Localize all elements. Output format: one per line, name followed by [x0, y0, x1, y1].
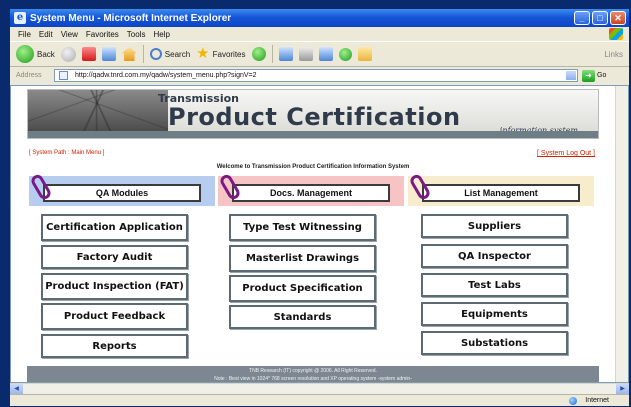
search-label: Search	[164, 49, 191, 59]
scroll-left-icon[interactable]: ◀	[10, 384, 23, 394]
certification-application-button[interactable]: Certification Application	[41, 214, 188, 241]
history-button[interactable]	[251, 47, 266, 61]
favorites-button[interactable]: ★ Favorites	[196, 45, 246, 62]
back-button[interactable]: Back	[16, 45, 55, 63]
history-icon	[251, 47, 266, 61]
type-test-witnessing-button[interactable]: Type Test Witnessing	[229, 214, 376, 241]
category-docs-management: Docs. Management	[218, 172, 404, 206]
menu-view[interactable]: View	[61, 30, 78, 39]
mail-icon	[278, 47, 293, 61]
test-labs-button[interactable]: Test Labs	[421, 273, 568, 297]
equipments-button[interactable]: Equipments	[421, 302, 568, 326]
search-button[interactable]: Search	[149, 48, 191, 60]
toolbar-separator	[142, 45, 144, 63]
header-banner: Transmission Product Certification infor…	[27, 89, 599, 139]
menu-edit[interactable]: Edit	[39, 30, 53, 39]
internet-globe-icon	[569, 397, 577, 405]
address-url: http://qadw.tnrd.com.my/qadw/system_menu…	[75, 72, 257, 79]
minimize-button[interactable]: _	[574, 11, 590, 25]
menu-tools[interactable]: Tools	[127, 30, 146, 39]
menu-help[interactable]: Help	[153, 30, 169, 39]
address-bar: Address http://qadw.tnrd.com.my/qadw/sys…	[10, 67, 629, 84]
list-management-header: List Management	[422, 184, 580, 202]
system-logout-link[interactable]: [ System Log Out ]	[537, 150, 595, 157]
ie-logo-icon: e	[14, 12, 26, 24]
stop-button[interactable]	[81, 47, 96, 61]
reports-button[interactable]: Reports	[41, 334, 188, 358]
page-footer: TNB Research (IT) copyright @ 2006. All …	[27, 366, 599, 382]
qa-inspector-button[interactable]: QA Inspector	[421, 244, 568, 268]
scroll-right-icon[interactable]: ▶	[616, 384, 629, 394]
browser-window: e System Menu - Microsoft Internet Explo…	[10, 9, 629, 406]
toolbar-separator	[271, 45, 273, 63]
menu-favorites[interactable]: Favorites	[86, 30, 119, 39]
mail-button[interactable]	[278, 47, 293, 61]
go-label: Go	[597, 72, 607, 79]
address-dropdown-icon[interactable]	[566, 71, 576, 80]
banner-stripe	[28, 131, 598, 138]
page-icon	[59, 71, 68, 80]
close-button[interactable]: ✕	[610, 11, 626, 25]
page-content: Transmission Product Certification infor…	[11, 86, 615, 382]
status-bar: Internet	[10, 394, 629, 406]
maximize-button[interactable]: □	[592, 11, 608, 25]
edit-icon	[318, 47, 333, 61]
security-zone-label: Internet	[585, 397, 609, 404]
forward-button[interactable]	[60, 46, 76, 62]
category-qa-modules: QA Modules	[29, 172, 215, 206]
address-label: Address	[16, 72, 42, 79]
page-viewport: Transmission Product Certification infor…	[10, 85, 629, 383]
standards-button[interactable]: Standards	[229, 305, 376, 329]
window-title: System Menu - Microsoft Internet Explore…	[30, 12, 232, 24]
window-controls: _ □ ✕	[574, 11, 626, 25]
menu-bar: File Edit View Favorites Tools Help	[10, 27, 629, 41]
masterlist-drawings-button[interactable]: Masterlist Drawings	[229, 245, 376, 272]
go-arrow-icon: ➜	[582, 69, 595, 82]
category-list-management: List Management	[408, 172, 594, 206]
back-label: Back	[37, 49, 55, 59]
forward-arrow-icon	[60, 46, 76, 62]
favorites-star-icon: ★	[196, 45, 210, 62]
docs-management-header: Docs. Management	[232, 184, 390, 202]
screenshot-frame: e System Menu - Microsoft Internet Explo…	[0, 0, 631, 407]
edit-button[interactable]	[318, 47, 333, 61]
folder-button[interactable]	[357, 47, 372, 61]
search-icon	[149, 48, 162, 60]
substations-button[interactable]: Substations	[421, 331, 568, 355]
product-feedback-button[interactable]: Product Feedback	[41, 303, 188, 330]
go-button[interactable]: ➜ Go	[582, 69, 607, 82]
favorites-label: Favorites	[212, 49, 246, 59]
qa-modules-header: QA Modules	[43, 184, 201, 202]
back-arrow-icon	[16, 45, 34, 63]
refresh-icon	[101, 47, 116, 61]
folder-icon	[357, 47, 372, 61]
system-path: [ System Path : Main Menu ]	[29, 150, 105, 156]
home-icon	[121, 47, 137, 61]
windows-flag-icon	[609, 28, 623, 40]
messenger-icon	[338, 47, 352, 61]
print-button[interactable]	[298, 47, 313, 61]
banner-title: Product Certification	[168, 103, 461, 131]
menu-file[interactable]: File	[18, 30, 31, 39]
footer-note: Note : Best view in 1024* 768 screen res…	[214, 376, 412, 382]
print-icon	[298, 47, 313, 61]
vertical-scrollbar[interactable]	[615, 86, 628, 382]
factory-audit-button[interactable]: Factory Audit	[41, 245, 188, 269]
horizontal-scrollbar[interactable]: ◀ ▶	[10, 383, 629, 394]
links-label[interactable]: Links	[604, 50, 623, 59]
toolbar: Back Search ★ Favorites Links	[10, 41, 629, 67]
stop-icon	[81, 47, 96, 61]
messenger-button[interactable]	[338, 47, 352, 61]
refresh-button[interactable]	[101, 47, 116, 61]
title-bar: e System Menu - Microsoft Internet Explo…	[10, 9, 629, 27]
footer-copyright: TNB Research (IT) copyright @ 2006. All …	[249, 368, 377, 374]
suppliers-button[interactable]: Suppliers	[421, 214, 568, 238]
welcome-text: Welcome to Transmission Product Certific…	[216, 164, 410, 170]
address-input[interactable]: http://qadw.tnrd.com.my/qadw/system_menu…	[54, 69, 578, 82]
product-specification-button[interactable]: Product Specification	[229, 275, 376, 302]
product-inspection-button[interactable]: Product Inspection (FAT)	[41, 273, 188, 300]
home-button[interactable]	[121, 47, 137, 61]
